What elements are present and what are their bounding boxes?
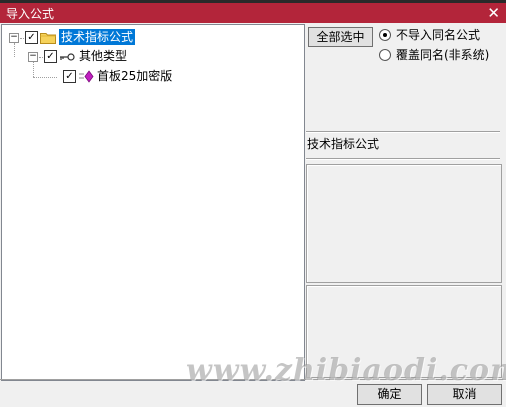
footer-separator	[0, 379, 506, 380]
radio-label: 覆盖同名(非系统)	[396, 48, 490, 62]
category-checkbox[interactable]: ✓	[44, 50, 57, 63]
radio-label: 不导入同名公式	[396, 28, 481, 42]
collapse-icon[interactable]: −	[9, 33, 19, 43]
separator	[306, 131, 500, 133]
radio-selected-icon[interactable]	[379, 29, 391, 41]
tree-node-category[interactable]: − ✓ 其他类型	[2, 48, 302, 66]
tree-node-label: 技术指标公式	[59, 29, 136, 45]
tree-node-root[interactable]: − ✓ 技术指标公式	[2, 29, 302, 47]
radio-unselected-icon[interactable]	[379, 49, 391, 61]
root-checkbox[interactable]: ✓	[25, 31, 38, 44]
title-bar: 导入公式 ✕	[0, 3, 506, 23]
radio-skip-duplicates[interactable]: 不导入同名公式	[379, 27, 499, 43]
window-title: 导入公式	[6, 7, 55, 21]
folder-icon	[40, 31, 56, 47]
tree-node-formula[interactable]: ✓ 首板25加密版	[2, 68, 302, 86]
tree-node-label: 首板25加密版	[97, 69, 173, 83]
formula-tree[interactable]: − ✓ 技术指标公式 − ✓ 其他类型 ✓ 首板25加密版	[1, 24, 305, 381]
tree-node-label: 其他类型	[79, 49, 128, 63]
dialog-body: − ✓ 技术指标公式 − ✓ 其他类型 ✓ 首板25加密版 全部选中 不导入同名…	[0, 23, 506, 407]
category-info-label: 技术指标公式	[307, 137, 380, 151]
collapse-icon[interactable]: −	[28, 52, 38, 62]
formula-description-panel	[306, 285, 502, 378]
radio-overwrite-duplicates[interactable]: 覆盖同名(非系统)	[379, 47, 504, 63]
close-icon[interactable]: ✕	[487, 3, 500, 23]
formula-checkbox[interactable]: ✓	[63, 70, 76, 83]
separator	[306, 158, 500, 160]
cancel-button[interactable]: 取消	[427, 384, 502, 405]
ok-button[interactable]: 确定	[357, 384, 422, 405]
select-all-button[interactable]: 全部选中	[308, 27, 373, 47]
key-icon	[59, 51, 75, 65]
formula-info-panel	[306, 164, 502, 283]
formula-icon	[78, 70, 94, 86]
